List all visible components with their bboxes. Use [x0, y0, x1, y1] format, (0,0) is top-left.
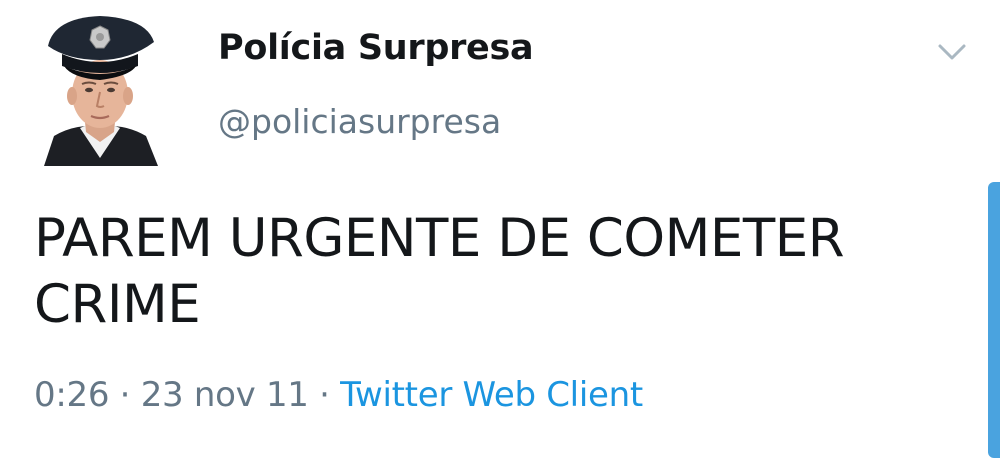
user-handle[interactable]: @policiasurpresa: [218, 102, 501, 141]
tweet-card: Polícia Surpresa @policiasurpresa PAREM …: [0, 0, 1000, 458]
tweet-meta: 0:26 · 23 nov 11 · Twitter Web Client: [34, 375, 643, 415]
tweet-text-line: CRIME: [34, 274, 201, 335]
tweet-text-line: PAREM URGENTE DE COMETER: [34, 208, 845, 269]
avatar[interactable]: [34, 8, 166, 166]
tweet-source-link[interactable]: Twitter Web Client: [340, 375, 643, 415]
tweet-date[interactable]: 23 nov 11: [141, 375, 309, 415]
meta-separator: ·: [308, 375, 341, 415]
scrollbar[interactable]: [988, 182, 1000, 458]
police-officer-avatar-icon: [44, 16, 158, 166]
meta-separator: ·: [109, 375, 141, 415]
display-name[interactable]: Polícia Surpresa: [218, 28, 534, 68]
tweet-time[interactable]: 0:26: [34, 375, 109, 415]
tweet-text: PAREM URGENTE DE COMETER CRIME: [34, 206, 954, 338]
chevron-down-icon[interactable]: [930, 36, 974, 68]
